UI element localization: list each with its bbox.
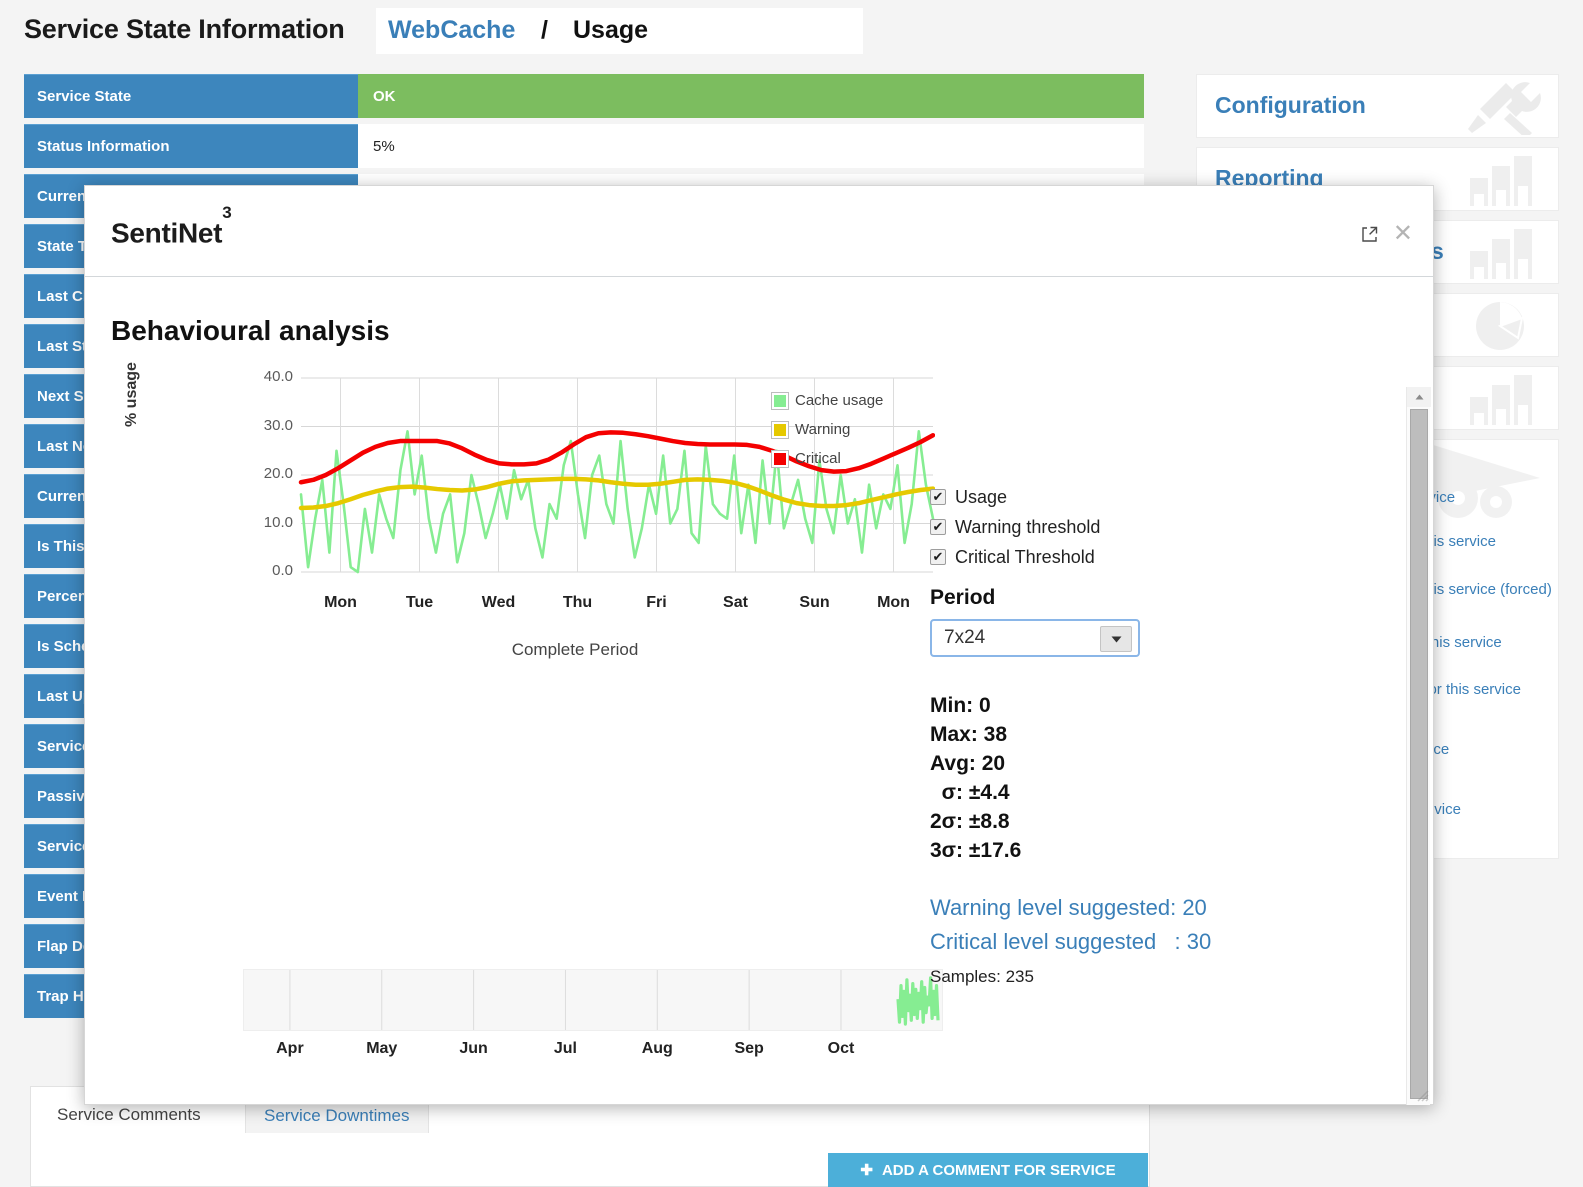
modal-brand-title: SentiNet3 [111,203,232,249]
bar-chart-icon [1448,371,1544,429]
brush-x-tick: Aug [641,1040,673,1057]
behaviour-chart[interactable]: Cache usage Warning Critical 0.0 10.0 20.0 30… [215,368,936,617]
stat-line: 3σ: ±17.6 [930,839,1022,862]
breadcrumb-separator: / [541,16,548,44]
info-row-label: Service State [24,74,358,118]
breadcrumb-subject: Usage [573,16,649,44]
x-axis-tick: Tue [405,594,434,611]
legend-label: Critical [795,450,841,467]
series-checkbox-group: ✔ Usage ✔ Warning threshold ✔ Critical Thresh… [930,482,1360,572]
x-axis-tick: Sun [799,594,830,611]
period-selected-value: 7x24 [944,627,986,648]
period-select[interactable]: 7x24 [930,619,1140,657]
bar-chart-icon [1448,225,1544,283]
suggested-level: Warning level suggested: 20 [930,895,1207,920]
modal-header: SentiNet3 ✕ [85,186,1433,277]
checkbox-critical-threshold[interactable]: ✔ [930,549,946,565]
brush-plot [289,970,940,1030]
legend-swatch [771,449,789,468]
resize-grip-icon[interactable] [1413,1086,1429,1102]
close-icon[interactable]: ✕ [1393,222,1413,246]
legend-swatch [771,420,789,439]
checkbox-row[interactable]: ✔ Usage [930,482,1360,512]
x-axis-tick: Sat [723,594,748,611]
chart-y-axis-title: % usage [123,362,140,427]
checkbox-row[interactable]: ✔ Warning threshold [930,512,1360,542]
expand-icon[interactable] [1361,226,1378,248]
brand-text: SentiNet [111,217,223,249]
bar-chart-icon [1448,152,1544,210]
checkbox-label: Usage [955,486,1008,507]
x-axis-tick: Wed [481,594,516,611]
x-axis-tick: Mon [324,594,357,611]
brush-x-tick: Jul [553,1040,577,1057]
page-title: Service State Information [24,14,345,44]
legend-label: Warning [795,421,851,438]
checkbox-usage[interactable]: ✔ [930,489,946,505]
legend-label: Cache usage [795,392,884,409]
period-label: Period [930,586,996,609]
chart-legend: Cache usage Warning Critical [771,386,883,473]
modal-body: Behavioural analysis % usage Cache usage… [85,277,1433,1105]
x-axis-tick: Fri [646,594,667,611]
stat-line: σ: ±4.4 [930,781,1010,804]
add-comment-label: ADD A COMMENT FOR SERVICE [881,1161,1116,1179]
info-row-label: Status Information [24,124,358,168]
wrench-screwdriver-icon [1448,79,1544,137]
checkbox-row[interactable]: ✔ Critical Threshold [930,542,1360,572]
x-axis-tick: Mon [877,594,910,611]
checkbox-label: Warning threshold [955,516,1101,537]
caret-down-icon[interactable] [1100,626,1132,652]
y-axis-tick: 0.0 [272,562,293,579]
table-row: Service State OK [24,74,1144,118]
info-row-value: OK [358,74,1144,118]
legend-item: Cache usage [771,386,883,415]
section-title: Behavioural analysis [111,315,390,346]
y-axis-tick: 30.0 [263,416,293,434]
checkbox-label: Critical Threshold [955,546,1095,567]
modal-scrollbar[interactable] [1406,387,1431,1105]
legend-item: Critical [771,444,883,473]
suggested-levels-block: Warning level suggested: 20 Critical leve… [930,891,1360,959]
x-axis-tick: Thu [562,594,593,611]
right-panel-title: Configuration [1215,92,1366,118]
stat-line: Avg: 20 [930,752,1006,775]
add-comment-button[interactable]: ✚ ADD A COMMENT FOR SERVICE [828,1153,1148,1187]
brush-x-tick: Apr [276,1040,304,1057]
breadcrumb-service-name[interactable]: WebCache [388,16,515,45]
right-panel-configuration[interactable]: Configuration [1196,74,1559,138]
chevron-up-icon[interactable] [1407,387,1431,407]
statistics-block: Min: 0 Max: 38 Avg: 20 σ: ±4.4 2σ: ±8.8 3σ: … [930,691,1360,865]
analysis-controls: ✔ Usage ✔ Warning threshold ✔ Critical Thresh… [930,482,1360,987]
y-axis-tick: 10.0 [263,513,293,531]
y-axis-tick: 20.0 [263,465,293,482]
page-header: Service State Information WebCache / Usa… [0,0,1583,62]
legend-swatch [771,391,789,410]
chart-x-axis-title: Complete Period [511,640,639,659]
pie-chart-icon [1448,298,1544,356]
brand-superscript: 3 [222,202,232,222]
y-axis-tick: 40.0 [263,368,293,385]
plus-icon: ✚ [860,1162,873,1179]
brush-x-tick: May [366,1040,398,1057]
stat-line: Min: 0 [930,694,991,717]
stat-line: Max: 38 [930,723,1008,746]
stat-line: 2σ: ±8.8 [930,810,1010,833]
scrollbar-thumb[interactable] [1410,409,1428,1099]
suggested-level: Critical level suggested : 30 [930,929,1212,954]
sentinet-modal: SentiNet3 ✕ Behavioural analysis % usage… [84,185,1434,1105]
samples-count: Samples: 235 [930,967,1034,986]
table-row: Status Information 5% [24,124,1144,168]
timeline-brush[interactable]: Apr May Jun Jul Aug Sep Oct [243,969,943,1057]
legend-item: Warning [771,415,883,444]
info-row-value: 5% [358,124,1144,168]
brush-x-tick: Jun [459,1040,488,1057]
checkbox-warning-threshold[interactable]: ✔ [930,519,946,535]
brush-x-tick: Oct [827,1040,855,1057]
brush-x-tick: Sep [734,1040,764,1057]
